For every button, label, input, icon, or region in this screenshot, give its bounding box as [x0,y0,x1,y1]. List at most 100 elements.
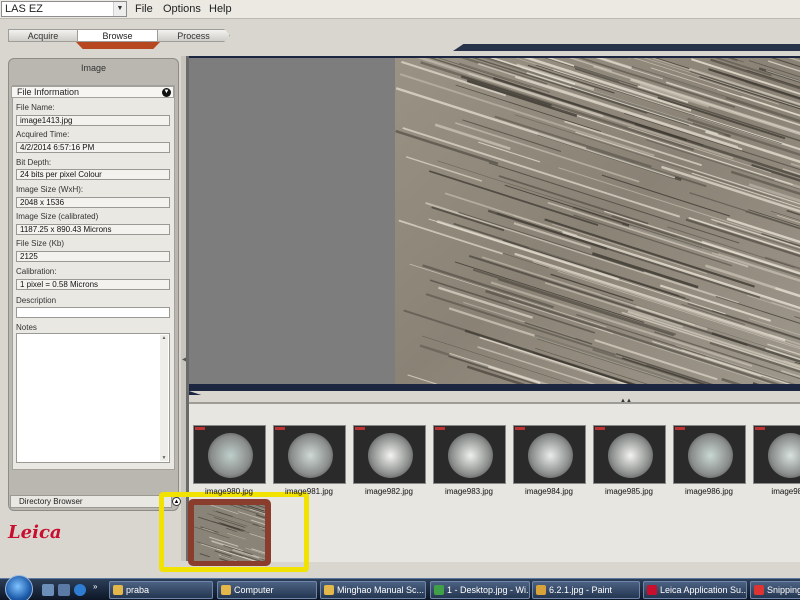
workflow-tabbar: Acquire Browse Process [0,19,800,53]
leica-logo: Leica [8,522,62,543]
menu-help[interactable]: Help [209,3,232,16]
paint-icon [536,585,546,595]
header-accent-bar [453,44,800,51]
switch-windows-icon[interactable] [58,584,70,596]
taskbar-item-label: 6.2.1.jpg - Paint [549,585,613,595]
app-selector-value: LAS EZ [5,3,43,15]
label-acquired-time: Acquired Time: [16,130,70,139]
tab-process[interactable]: Process [157,29,230,42]
thumbnail-preview [608,433,653,478]
more-quicklaunch-icon[interactable]: » [93,582,97,591]
menu-options[interactable]: Options [163,3,201,16]
label-image-size-calibrated: Image Size (calibrated) [16,212,99,221]
thumbnail-label[interactable]: image982.jpg [349,487,429,496]
thumbnail[interactable] [273,425,346,484]
taskbar-item[interactable]: Leica Application Su... [643,581,747,599]
show-desktop-icon[interactable] [42,584,54,596]
label-calibration: Calibration: [16,267,57,276]
viewer-bottom-bevel [189,391,800,397]
image-viewer-icon [434,585,444,595]
thumbnail-label[interactable]: image985.jpg [589,487,669,496]
thumbnail-preview [768,433,800,478]
label-bit-depth: Bit Depth: [16,158,52,167]
label-notes: Notes [16,323,37,332]
thumbnail-preview [208,433,253,478]
start-button[interactable] [5,575,33,600]
taskbar-item-label: Computer [234,585,274,595]
app-selector[interactable]: LAS EZ ▼ [1,1,127,17]
thumbnail-tag [515,427,525,430]
collapse-icon[interactable]: ▼ [162,88,171,97]
menubar: LAS EZ ▼ File Options Help [0,0,800,19]
taskbar-item-label: Snipping [767,585,800,595]
taskbar-item[interactable]: praba [109,581,213,599]
field-bit-depth[interactable]: 24 bits per pixel Colour [16,169,170,180]
thumbnail-tag [435,427,445,430]
taskbar-item[interactable]: 1 - Desktop.jpg - Wi... [430,581,530,599]
thumbnail-tag [595,427,605,430]
thumbnail[interactable] [753,425,800,484]
thumbnail[interactable] [433,425,506,484]
field-file-name[interactable]: image1413.jpg [16,115,170,126]
folder-icon [221,585,231,595]
thumbnail-label[interactable]: image987 [749,487,800,496]
snipping-icon [754,585,764,595]
directory-browser-header[interactable]: Directory Browser ▲ [10,495,181,508]
las-ez-window: LAS EZ ▼ File Options Help Acquire Brows… [0,0,800,600]
field-acquired-time[interactable]: 4/2/2014 6:57:16 PM [16,142,170,153]
file-information-header[interactable]: File Information ▼ [11,86,174,98]
thumbnail-tag [195,427,205,430]
thumbnail-label[interactable]: image983.jpg [429,487,509,496]
scroll-up-icon[interactable]: ▲ [160,335,168,341]
field-description[interactable] [16,307,170,318]
menu-file[interactable]: File [135,3,153,16]
notes-scrollbar[interactable]: ▲ ▼ [160,335,168,461]
internet-explorer-icon[interactable] [74,584,86,596]
microscope-texture [395,58,800,384]
taskbar-item-label: Minghao Manual Sc... [337,585,425,595]
thumbnail-tag [755,427,765,430]
taskbar-item-label: Leica Application Su... [660,585,747,595]
thumbnail-label[interactable]: image984.jpg [509,487,589,496]
thumbnail[interactable] [673,425,746,484]
thumbnail-preview [448,433,493,478]
field-file-size[interactable]: 2125 [16,251,170,262]
thumbnail-label[interactable]: image980.jpg [189,487,269,496]
thumbnail[interactable] [193,425,266,484]
chevron-down-icon[interactable]: ▼ [113,2,126,16]
notes-textarea[interactable]: ▲ ▼ [16,333,170,463]
thumbnail-label[interactable]: image986.jpg [669,487,749,496]
directory-browser-title: Directory Browser [19,497,83,506]
file-information-title: File Information [17,87,80,97]
active-tab-indicator [76,42,160,49]
taskbar-item-label: praba [126,585,150,595]
field-image-size[interactable]: 2048 x 1536 [16,197,170,208]
thumbnail[interactable] [593,425,666,484]
microscope-image[interactable] [395,58,800,384]
label-file-name: File Name: [16,103,55,112]
folder-icon [113,585,123,595]
thumbnail-preview [528,433,573,478]
taskbar-item[interactable]: Computer [217,581,317,599]
thumbnail-label[interactable]: image981.jpg [269,487,349,496]
windows-taskbar: » praba Computer Minghao Manual Sc... 1 - D… [0,575,800,600]
tab-browse[interactable]: Browse [77,29,158,42]
tab-acquire[interactable]: Acquire [8,29,78,42]
thumbnail-tag [675,427,685,430]
thumbnail-preview [288,433,333,478]
taskbar-item[interactable]: Minghao Manual Sc... [320,581,426,599]
leica-app-icon [647,585,657,595]
thumbnail[interactable] [513,425,586,484]
thumbnail-tag [355,427,365,430]
scroll-down-icon[interactable]: ▼ [160,455,168,461]
taskbar-item-label: 1 - Desktop.jpg - Wi... [447,585,530,595]
field-image-size-calibrated[interactable]: 1187.25 x 890.43 Microns [16,224,170,235]
label-image-size: Image Size (WxH): [16,185,84,194]
taskbar-item[interactable]: 6.2.1.jpg - Paint [532,581,640,599]
thumbnail-tag [275,427,285,430]
thumbnail-preview [688,433,733,478]
thumbnail[interactable] [353,425,426,484]
field-calibration[interactable]: 1 pixel = 0.58 Microns [16,279,170,290]
taskbar-item[interactable]: Snipping [750,581,800,599]
label-file-size: File Size (Kb) [16,239,65,248]
